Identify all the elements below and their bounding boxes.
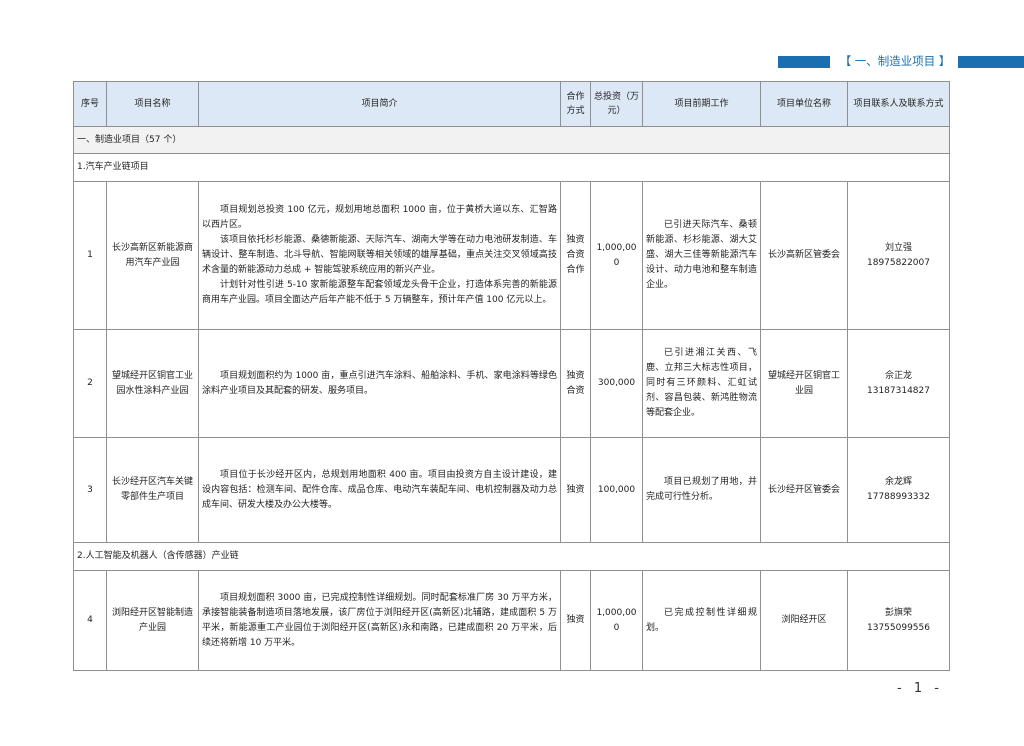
cell-coop: 独资合资合作 [560, 181, 591, 330]
intro-paragraph: 项目位于长沙经开区内，总规划用地面积 400 亩。项目由投资方自主设计建设，建设… [202, 469, 557, 510]
cell-name: 长沙高新区新能源商用汽车产业园 [106, 181, 199, 330]
header-unit: 项目单位名称 [760, 81, 848, 127]
contact-phone: 13755099556 [867, 622, 930, 633]
contact-phone: 17788993332 [867, 492, 930, 502]
project-table: 序号 项目名称 项目简介 合作方式 总投资（万元） 项目前期工作 项目单位名称 … [73, 81, 950, 671]
banner-bar-left [778, 56, 830, 68]
contact-name: 余龙辉 [884, 477, 912, 487]
header-prep: 项目前期工作 [642, 81, 761, 127]
header-intro: 项目简介 [198, 81, 561, 127]
cell-coop: 独资合资 [560, 329, 591, 438]
cell-prep: 已完成控制性详细规划。 [642, 570, 761, 671]
cell-unit: 长沙高新区管委会 [760, 181, 848, 330]
cell-prep: 已引进湘江关西、飞鹿、立邦三大标志性项目，同时有三环颜料、汇虹试剂、容昌包装、新… [642, 329, 761, 438]
contact-name: 彭旗荣 [884, 607, 912, 618]
page-number: - 1 - [897, 681, 943, 696]
cell-contact: 佘正龙 13187314827 [847, 329, 950, 438]
cell-coop: 独资 [560, 570, 591, 671]
cell-invest: 1,000,000 [590, 570, 643, 671]
cell-unit: 浏阳经开区 [760, 570, 848, 671]
intro-paragraph: 项目规划总投资 100 亿元，规划用地总面积 1000 亩，位于黄桥大道以东、汇… [202, 205, 557, 230]
cell-unit: 望城经开区铜官工业园 [760, 329, 848, 438]
chain-row: 1.汽车产业链项目 [73, 153, 950, 182]
header-seq: 序号 [73, 81, 107, 127]
cell-intro: 项目规划面积 3000 亩，已完成控制性详细规划。同时配套标准厂房 30 万平方… [198, 570, 561, 671]
cell-contact: 余龙辉 17788993332 [847, 437, 950, 543]
cell-name: 长沙经开区汽车关键零部件生产项目 [106, 437, 199, 543]
cell-seq: 3 [73, 437, 107, 543]
intro-paragraph: 项目规划面积 3000 亩，已完成控制性详细规划。同时配套标准厂房 30 万平方… [202, 592, 557, 648]
cell-invest: 100,000 [590, 437, 643, 543]
chain-title-auto: 1.汽车产业链项目 [73, 153, 950, 182]
prep-text: 已引进天际汽车、桑顿新能源、杉杉能源、湖大艾盛、湖大三佳等新能源汽车设计、动力电… [646, 220, 757, 290]
cell-invest: 1,000,000 [590, 181, 643, 330]
cell-unit: 长沙经开区管委会 [760, 437, 848, 543]
cell-invest: 300,000 [590, 329, 643, 438]
cell-coop: 独资 [560, 437, 591, 543]
banner-title: 【 一、制造业项目 】 [839, 54, 951, 68]
section-title: 一、制造业项目（57 个） [73, 126, 950, 154]
cell-prep: 已引进天际汽车、桑顿新能源、杉杉能源、湖大艾盛、湖大三佳等新能源汽车设计、动力电… [642, 181, 761, 330]
chain-title-ai: 2.人工智能及机器人（含传感器）产业链 [73, 542, 950, 571]
contact-name: 佘正龙 [884, 370, 912, 381]
cell-contact: 彭旗荣 13755099556 [847, 570, 950, 671]
contact-name: 刘立强 [884, 242, 912, 253]
prep-text: 已完成控制性详细规划。 [646, 607, 757, 633]
table-row: 1 长沙高新区新能源商用汽车产业园 项目规划总投资 100 亿元，规划用地总面积… [73, 181, 950, 330]
contact-phone: 18975822007 [867, 257, 930, 268]
intro-paragraph: 计划针对性引进 5-10 家新能源整车配套领域龙头骨干企业，打造体系完善的新能源… [202, 280, 557, 305]
cell-intro: 项目规划面积约为 1000 亩，重点引进汽车涂料、船舶涂料、手机、家电涂料等绿色… [198, 329, 561, 438]
cell-contact: 刘立强 18975822007 [847, 181, 950, 330]
header-contact: 项目联系人及联系方式 [847, 81, 950, 127]
cell-intro: 项目规划总投资 100 亿元，规划用地总面积 1000 亩，位于黄桥大道以东、汇… [198, 181, 561, 330]
prep-text: 项目已规划了用地，并完成可行性分析。 [646, 477, 757, 502]
table-header-row: 序号 项目名称 项目简介 合作方式 总投资（万元） 项目前期工作 项目单位名称 … [73, 81, 950, 127]
cell-intro: 项目位于长沙经开区内，总规划用地面积 400 亩。项目由投资方自主设计建设，建设… [198, 437, 561, 543]
contact-phone: 13187314827 [867, 385, 930, 396]
cell-prep: 项目已规划了用地，并完成可行性分析。 [642, 437, 761, 543]
header-invest: 总投资（万元） [590, 81, 643, 127]
intro-paragraph: 该项目依托杉杉能源、桑德新能源、天际汽车、湖南大学等在动力电池研发制造、车辆设计… [202, 235, 557, 275]
cell-seq: 4 [73, 570, 107, 671]
cell-seq: 2 [73, 329, 107, 438]
intro-paragraph: 项目规划面积约为 1000 亩，重点引进汽车涂料、船舶涂料、手机、家电涂料等绿色… [202, 370, 557, 396]
cell-name: 望城经开区铜官工业园水性涂料产业园 [106, 329, 199, 438]
section-row: 一、制造业项目（57 个） [73, 126, 950, 154]
prep-text: 已引进湘江关西、飞鹿、立邦三大标志性项目，同时有三环颜料、汇虹试剂、容昌包装、新… [646, 348, 757, 418]
table-row: 2 望城经开区铜官工业园水性涂料产业园 项目规划面积约为 1000 亩，重点引进… [73, 329, 950, 438]
header-name: 项目名称 [106, 81, 199, 127]
table-row: 3 长沙经开区汽车关键零部件生产项目 项目位于长沙经开区内，总规划用地面积 40… [73, 437, 950, 543]
table-row: 4 浏阳经开区智能制造产业园 项目规划面积 3000 亩，已完成控制性详细规划。… [73, 570, 950, 671]
banner-bar-right [958, 56, 1024, 68]
section-banner: 【 一、制造业项目 】 [0, 54, 1024, 68]
cell-name: 浏阳经开区智能制造产业园 [106, 570, 199, 671]
cell-seq: 1 [73, 181, 107, 330]
header-coop: 合作方式 [560, 81, 591, 127]
chain-row: 2.人工智能及机器人（含传感器）产业链 [73, 542, 950, 571]
